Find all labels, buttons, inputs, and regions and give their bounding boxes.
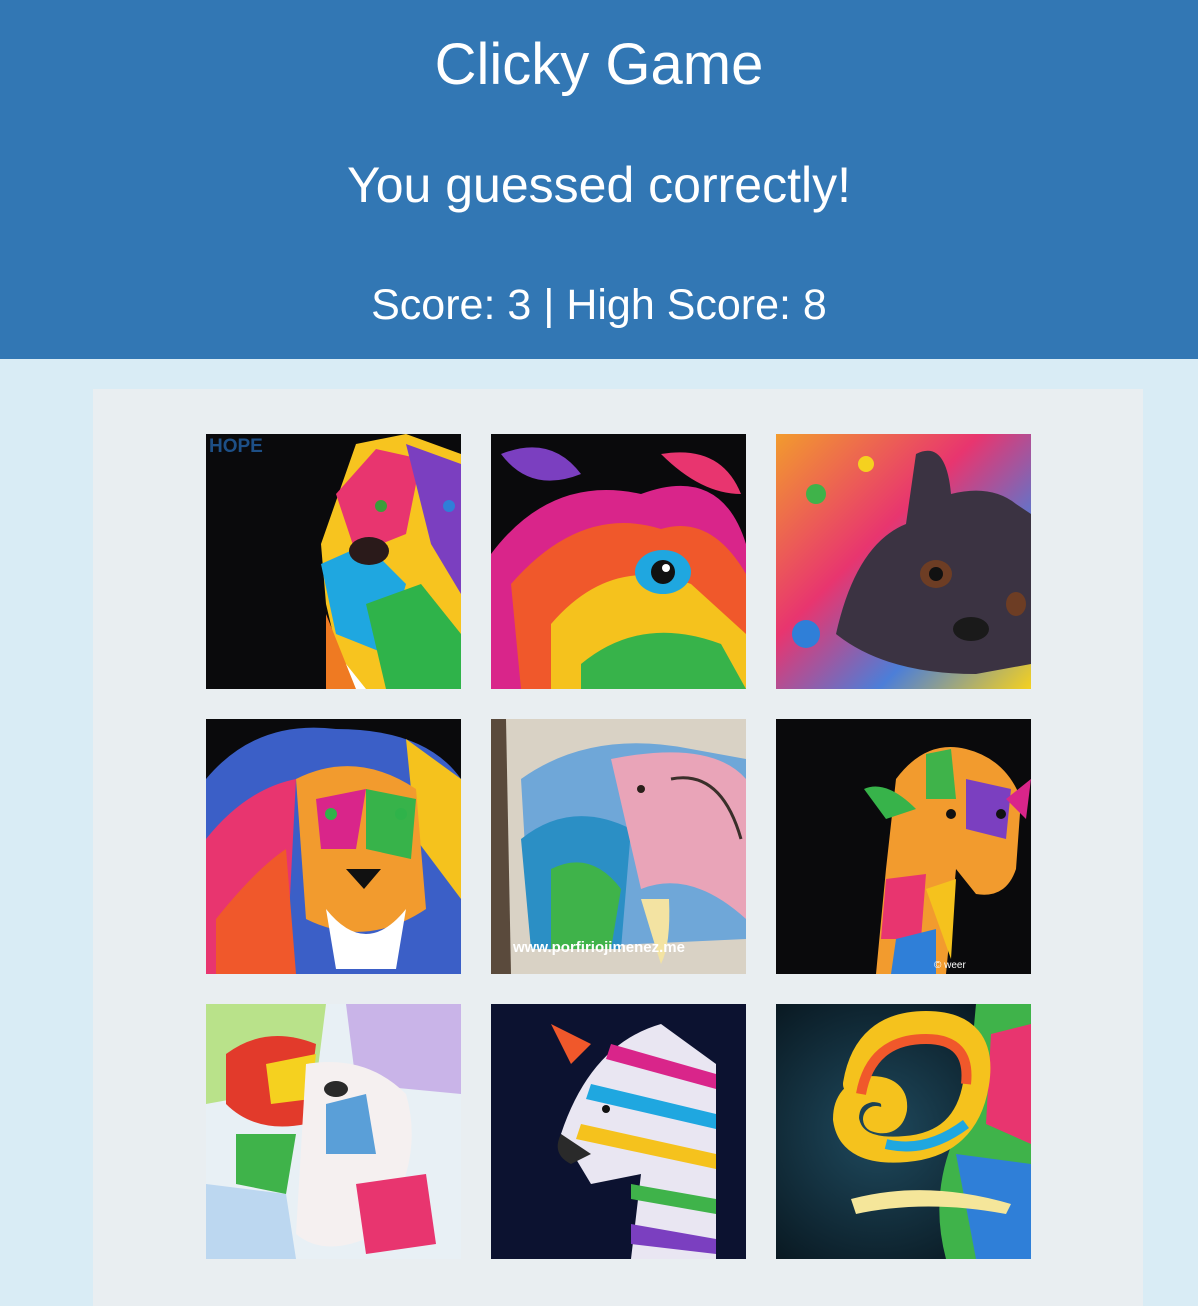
rainbow-elephant-trunk-image [776,1004,1031,1259]
card-watercolor-elephant[interactable]: www.porfiriojimenez.me [491,719,746,974]
card-caption: www.porfiriojimenez.me [513,939,685,956]
card-french-bulldog[interactable] [776,434,1031,689]
rainbow-giraffe-image [776,719,1031,974]
french-bulldog-image [776,434,1031,689]
card-rainbow-lion[interactable] [206,719,461,974]
card-caption: HOPE [209,436,263,457]
watercolor-elephant-image [491,719,746,974]
rainbow-lion-image [206,719,461,974]
card-rainbow-bird[interactable] [491,434,746,689]
card-abstract-cow[interactable] [206,1004,461,1259]
score-display: Score: 3 | High Score: 8 [371,281,827,329]
card-rainbow-zebra[interactable] [491,1004,746,1259]
card-caption: © weer [934,960,966,971]
card-rainbow-dog[interactable]: HOPE [206,434,461,689]
game-header: Clicky Game You guessed correctly! Score… [0,0,1198,359]
rainbow-zebra-image [491,1004,746,1259]
card-rainbow-elephant-trunk[interactable] [776,1004,1031,1259]
card-grid: HOPE www.porfiriojimenez.me © weer [206,434,1031,1259]
guess-status-message: You guessed correctly! [346,157,851,213]
rainbow-dog-image [206,434,461,689]
game-title: Clicky Game [434,32,764,97]
abstract-cow-image [206,1004,461,1259]
rainbow-bird-image [491,434,746,689]
card-rainbow-giraffe[interactable]: © weer [776,719,1031,974]
game-board: HOPE www.porfiriojimenez.me © weer [93,389,1143,1306]
